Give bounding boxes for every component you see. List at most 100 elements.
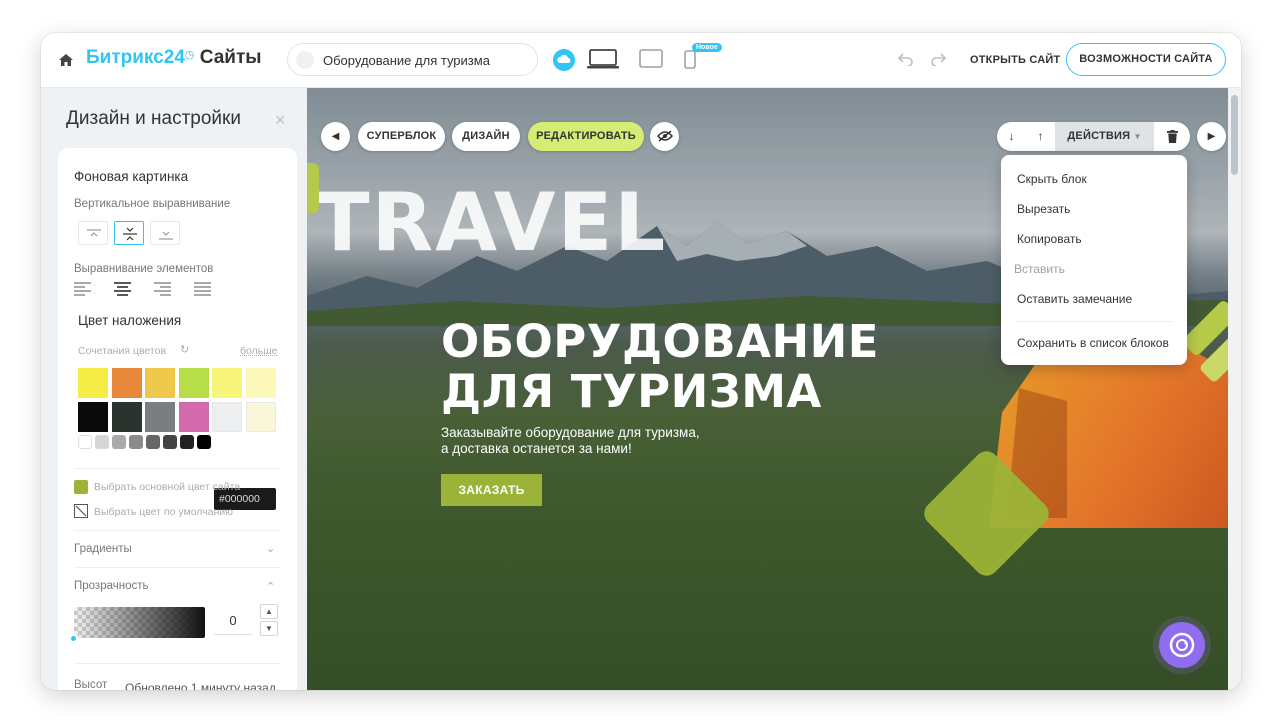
menu-copy[interactable]: Копировать <box>1017 232 1082 246</box>
menu-hide-block[interactable]: Скрыть блок <box>1017 172 1087 186</box>
undo-icon[interactable] <box>898 52 914 66</box>
color-swatch[interactable] <box>245 368 276 398</box>
actions-button[interactable]: ДЕЙСТВИЯ ▼ <box>1055 122 1154 151</box>
move-down-icon[interactable]: ↓ <box>997 122 1026 151</box>
logo-brand: Битрикс24 <box>86 47 185 68</box>
color-swatch[interactable] <box>78 368 108 398</box>
no-color-icon[interactable] <box>74 504 88 518</box>
text-align-right-icon[interactable] <box>154 282 172 296</box>
color-swatch[interactable] <box>178 368 209 398</box>
more-link[interactable]: больше <box>240 345 277 357</box>
chevron-down-icon[interactable]: ⌄ <box>266 542 275 555</box>
editor-window: Битрикс24◷ Сайты Оборудование для туризм… <box>41 33 1241 690</box>
next-block-button[interactable]: ▶ <box>1197 122 1226 151</box>
clock-icon: ◷ <box>184 49 195 61</box>
opacity-handle[interactable] <box>69 634 78 643</box>
actions-label: ДЕЙСТВИЯ <box>1067 130 1131 142</box>
shade-swatch[interactable] <box>180 435 194 449</box>
desktop-view-icon[interactable] <box>587 48 619 70</box>
caret-down-icon: ▼ <box>1133 132 1142 141</box>
chat-widget-button[interactable] <box>1159 622 1205 668</box>
chevron-up-icon[interactable]: ⌃ <box>266 580 275 593</box>
gradients-label[interactable]: Градиенты <box>74 543 132 555</box>
menu-paste: Вставить <box>1014 262 1065 276</box>
settings-card: Фоновая картинка Вертикальное выравниван… <box>58 148 297 690</box>
reset-icon[interactable]: ↻ <box>180 343 189 356</box>
opacity-value[interactable]: 0 <box>213 613 253 628</box>
divider <box>74 567 280 568</box>
align-bottom-icon <box>159 231 173 240</box>
shade-swatch[interactable] <box>146 435 160 449</box>
menu-divider <box>1015 321 1173 322</box>
trash-icon[interactable] <box>1154 122 1190 151</box>
menu-cut[interactable]: Вырезать <box>1017 202 1070 216</box>
scrollbar-thumb[interactable] <box>1231 95 1238 175</box>
vertical-align-label: Вертикальное выравнивание <box>74 198 231 210</box>
hero-subtitle[interactable]: Заказывайте оборудование для туризма, а … <box>441 425 761 457</box>
panel-title: Дизайн и настройки <box>66 108 241 129</box>
opacity-underline <box>214 634 252 635</box>
decor-shape <box>307 163 319 213</box>
design-button[interactable]: ДИЗАЙН <box>452 122 520 151</box>
overlay-color-heading: Цвет наложения <box>78 313 182 328</box>
bg-image-heading: Фоновая картинка <box>74 169 189 184</box>
hero-title-line: ДЛЯ ТУРИЗМА <box>441 365 822 418</box>
tablet-view-icon[interactable] <box>639 49 663 69</box>
close-icon[interactable]: × <box>275 110 286 131</box>
cloud-icon[interactable] <box>553 49 575 71</box>
logo-suffix: Сайты <box>199 47 262 68</box>
color-swatch[interactable] <box>111 368 142 398</box>
divider <box>74 468 280 469</box>
pick-main-color[interactable]: Выбрать основной цвет сайта <box>94 481 240 493</box>
color-swatch[interactable] <box>212 401 242 432</box>
move-up-icon[interactable]: ↑ <box>1026 122 1055 151</box>
shade-swatch[interactable] <box>163 435 177 449</box>
shade-swatch[interactable] <box>197 435 211 449</box>
color-swatch[interactable] <box>111 401 142 432</box>
redo-icon[interactable] <box>930 52 946 66</box>
elements-align-label: Выравнивание элементов <box>74 263 214 275</box>
color-swatch[interactable] <box>145 368 175 398</box>
hero-title[interactable]: ОБОРУДОВАНИЕ ДЛЯ ТУРИЗМА <box>441 317 901 417</box>
menu-leave-note[interactable]: Оставить замечание <box>1017 292 1132 306</box>
divider <box>74 530 280 531</box>
menu-save-to-list[interactable]: Сохранить в список блоков <box>1017 336 1169 350</box>
shade-swatch[interactable] <box>78 435 92 449</box>
stepper-up-button[interactable]: ▲ <box>260 604 278 619</box>
text-align-center-icon[interactable] <box>114 282 132 296</box>
shade-swatch[interactable] <box>129 435 143 449</box>
prev-block-button[interactable]: ◀ <box>321 122 350 151</box>
hero-subtitle-line: а доставка останется за нами! <box>441 441 632 456</box>
main-color-swatch[interactable] <box>74 480 88 494</box>
color-swatch[interactable] <box>178 401 209 432</box>
color-swatch[interactable] <box>78 401 108 432</box>
color-swatch[interactable] <box>145 401 175 432</box>
align-center-button[interactable] <box>114 221 144 245</box>
scrollbar-track[interactable] <box>1228 88 1241 690</box>
pick-default-color[interactable]: Выбрать цвет по умолчанию <box>94 506 233 518</box>
hide-eye-icon[interactable] <box>650 122 679 151</box>
color-swatch[interactable] <box>212 368 242 398</box>
opacity-slider[interactable] <box>74 607 205 638</box>
shade-swatch[interactable] <box>95 435 109 449</box>
text-align-justify-icon[interactable] <box>194 282 212 296</box>
page-selector[interactable]: Оборудование для туризма <box>287 43 538 76</box>
travel-text: TRAVEL <box>315 176 668 269</box>
top-bar: Битрикс24◷ Сайты Оборудование для туризм… <box>41 33 1241 88</box>
align-top-button[interactable] <box>78 221 108 245</box>
open-site-link[interactable]: ОТКРЫТЬ САЙТ <box>970 54 1060 66</box>
edit-button[interactable]: РЕДАКТИРОВАТЬ <box>528 122 644 151</box>
shade-swatch[interactable] <box>112 435 126 449</box>
home-icon[interactable] <box>58 52 74 68</box>
updated-status: Обновлено 1 минуту назад <box>125 681 276 690</box>
superblock-button[interactable]: СУПЕРБЛОК <box>358 122 445 151</box>
stepper-down-button[interactable]: ▼ <box>260 621 278 636</box>
logo[interactable]: Битрикс24◷ Сайты <box>86 47 262 69</box>
text-align-left-icon[interactable] <box>74 282 92 296</box>
color-swatch[interactable] <box>245 401 276 432</box>
align-top-icon <box>87 229 101 237</box>
order-button[interactable]: ЗАКАЗАТЬ <box>441 474 542 506</box>
site-features-button[interactable]: ВОЗМОЖНОСТИ САЙТА <box>1066 43 1226 76</box>
opacity-label: Прозрачность <box>74 580 149 592</box>
align-bottom-button[interactable] <box>150 221 180 245</box>
